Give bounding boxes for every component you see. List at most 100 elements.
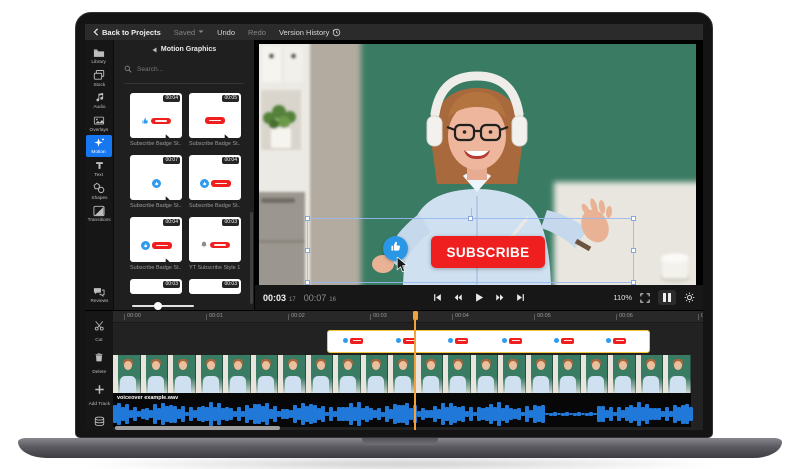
duration-badge: 00:03: [163, 281, 180, 288]
panel-back-icon[interactable]: [152, 47, 157, 53]
sidebar-item-label: Reviews: [90, 298, 108, 304]
motion-cards-grid: 00:04Subscribe Badge St...00:05Subscribe…: [130, 93, 254, 294]
sidebar-item-text[interactable]: Text: [85, 158, 113, 180]
back-to-projects-button[interactable]: Back to Projects: [93, 28, 161, 37]
fast-forward-button[interactable]: [495, 293, 505, 302]
play-button[interactable]: [474, 292, 484, 303]
video-thumbnail: [526, 355, 554, 393]
video-thumbnail: [471, 355, 499, 393]
playhead[interactable]: [414, 311, 416, 430]
rewind-button[interactable]: [453, 293, 463, 302]
motion-overlay-clip[interactable]: [327, 330, 650, 353]
redo-button[interactable]: Redo: [248, 28, 266, 37]
resize-handle[interactable]: [631, 248, 636, 253]
card-caption: Subscribe Badge St...: [130, 203, 182, 209]
resize-handle[interactable]: [305, 216, 310, 221]
sidebar-item-shapes[interactable]: Shapes: [85, 181, 113, 203]
skip-end-button[interactable]: [516, 293, 525, 302]
motion-card[interactable]: 00:03: [189, 217, 241, 262]
settings-gear-button[interactable]: [684, 292, 695, 303]
video-thumbnail: [113, 355, 141, 393]
saved-status-dropdown[interactable]: Saved: [174, 28, 204, 37]
panel-header: Motion Graphics: [114, 46, 254, 53]
timeline: CutDeleteAdd TrackTracks 00:0000:0100:02…: [85, 310, 703, 430]
chat-icon: [93, 286, 105, 297]
ruler-label: 00:05: [534, 314, 551, 320]
motion-card[interactable]: 00:04: [130, 217, 182, 262]
like-dot-icon: [554, 338, 559, 343]
duration-badge: 00:05: [222, 95, 239, 102]
motion-card[interactable]: 00:03: [189, 279, 241, 294]
ruler-label: 00:06: [616, 314, 633, 320]
sidebar-item-reviews[interactable]: Reviews: [85, 284, 113, 306]
sidebar-item-overlays[interactable]: Overlays: [85, 113, 113, 135]
zoom-level[interactable]: 110%: [613, 293, 632, 302]
timeline-tool-label: Add Track: [88, 401, 109, 407]
card-graphic: [189, 117, 241, 124]
sidebar-item-label: Motion: [92, 150, 106, 156]
subscribe-overlay-button[interactable]: SUBSCRIBE: [431, 236, 545, 268]
sidebar-item-stock[interactable]: Stock: [85, 68, 113, 90]
fullscreen-button[interactable]: [640, 293, 650, 303]
resize-handle[interactable]: [305, 248, 310, 253]
motion-card-cell: 00:04Subscribe Badge St...: [130, 217, 182, 279]
sidebar-item-transitions[interactable]: Transitions: [85, 203, 113, 225]
folder-icon: [93, 47, 105, 58]
panel-scrollbar[interactable]: [250, 212, 253, 304]
music-note-icon: [94, 92, 105, 103]
clip-subscribe-badge: [606, 338, 626, 344]
card-caption: Subscribe Badge St...: [189, 203, 241, 209]
sidebar-item-audio[interactable]: Audio: [85, 90, 113, 112]
timeline-ruler[interactable]: 00:0000:0100:0200:0300:0400:0500:0600:07: [113, 311, 703, 323]
card-caption: Subscribe Badge St...: [189, 141, 241, 147]
timeline-tool-cut[interactable]: Cut: [85, 318, 113, 343]
search-icon: [124, 60, 132, 78]
timeline-tool-tracks[interactable]: Tracks: [85, 414, 113, 430]
version-history-button[interactable]: Version History: [279, 28, 341, 37]
timeline-tool-delete[interactable]: Delete: [85, 350, 113, 375]
audio-clip-track[interactable]: voiceover example.wav: [113, 393, 691, 427]
cursor-icon: [165, 191, 171, 200]
sidebar-item-label: Library: [92, 59, 107, 65]
video-clip-track[interactable]: [113, 355, 691, 393]
subscribe-pill: [613, 338, 626, 344]
ruler-label: 00:03: [370, 314, 387, 320]
ruler-label: 00:01: [206, 314, 223, 320]
subscribe-pill: [151, 118, 171, 125]
laptop-notch: [362, 438, 438, 445]
card-caption: YT Subscribe Style 1: [189, 265, 241, 271]
sidebar-item-library[interactable]: Library: [85, 45, 113, 67]
panel-toggle-button[interactable]: [658, 290, 676, 305]
preview-area: SUBSCRIBE 00:03 17 00:07 16: [255, 40, 703, 310]
video-thumbnail: [361, 355, 389, 393]
resize-handle[interactable]: [631, 216, 636, 221]
main-area: Library StockAudioOverlays Motion TextShape…: [85, 40, 703, 310]
slider-knob[interactable]: [154, 302, 162, 310]
video-thumbnail: [168, 355, 196, 393]
timeline-tracks: 00:0000:0100:0200:0300:0400:0500:0600:07…: [113, 311, 703, 430]
motion-card[interactable]: 00:04: [189, 155, 241, 200]
search-bar[interactable]: [124, 60, 244, 84]
ruler-label: 00:07: [698, 314, 703, 320]
clip-subscribe-badge: [554, 338, 574, 344]
shapes-icon: [93, 183, 105, 194]
skip-start-button[interactable]: [433, 293, 442, 302]
timeline-tool-add-track[interactable]: Add Track: [85, 382, 113, 407]
video-frame[interactable]: SUBSCRIBE: [259, 44, 696, 285]
motion-card[interactable]: 00:07: [130, 155, 182, 200]
resize-handle[interactable]: [468, 216, 473, 221]
video-thumbnail: [608, 355, 636, 393]
panel-zoom-slider[interactable]: [132, 302, 194, 310]
current-time: 00:03: [263, 293, 286, 303]
motion-card[interactable]: 00:04: [130, 93, 182, 138]
sidebar-item-motion[interactable]: Motion: [86, 135, 112, 157]
motion-card[interactable]: 00:03: [130, 279, 182, 294]
video-thumbnail: [306, 355, 334, 393]
timeline-scrollbar[interactable]: [115, 426, 280, 430]
search-input[interactable]: [137, 66, 244, 73]
transport-controls: [433, 292, 525, 303]
motion-card[interactable]: 00:05: [189, 93, 241, 138]
timeline-toolbar: Cut Delete Add Track Tracks: [85, 311, 113, 430]
undo-button[interactable]: Undo: [217, 28, 235, 37]
playback-controls: 00:03 17 00:07 16: [255, 285, 703, 310]
